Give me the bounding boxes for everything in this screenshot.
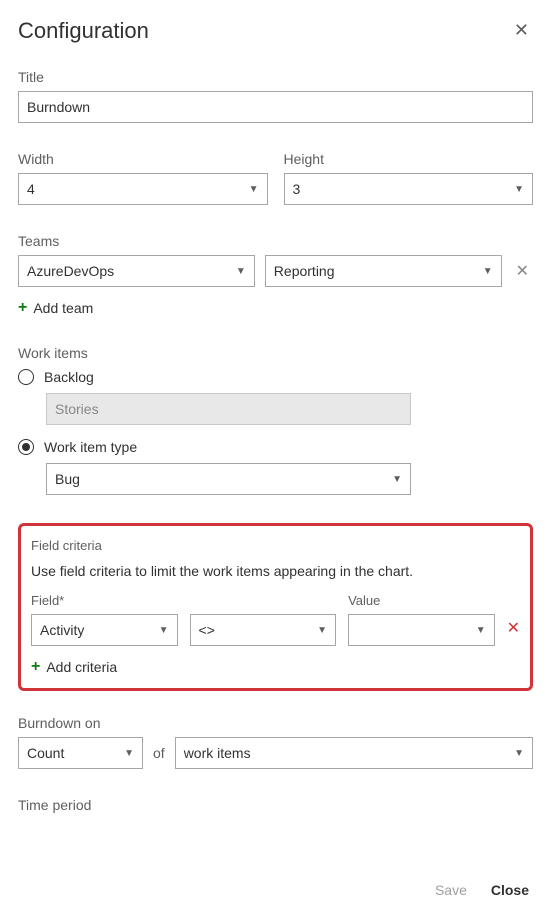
save-button: Save	[435, 882, 467, 898]
criteria-section-label: Field criteria	[31, 538, 520, 553]
team1-value: AzureDevOps	[27, 263, 114, 279]
backlog-value: Stories	[55, 401, 99, 417]
team2-select[interactable]: Reporting ▼	[265, 255, 502, 287]
workitemtype-radio-label: Work item type	[44, 439, 137, 455]
panel-title: Configuration	[18, 18, 149, 44]
title-input[interactable]	[18, 91, 533, 123]
chevron-down-icon: ▼	[124, 748, 134, 759]
chevron-down-icon: ▼	[392, 474, 402, 485]
burndown-label: Burndown on	[18, 715, 533, 731]
timeperiod-label: Time period	[18, 797, 533, 813]
width-value: 4	[27, 181, 35, 197]
width-select[interactable]: 4 ▼	[18, 173, 268, 205]
add-criteria-label: Add criteria	[46, 659, 117, 675]
team2-value: Reporting	[274, 263, 335, 279]
height-select[interactable]: 3 ▼	[284, 173, 534, 205]
close-button[interactable]: Close	[491, 882, 529, 898]
workitems-label: Work items	[18, 345, 533, 361]
burndown-items-value: work items	[184, 745, 251, 761]
chevron-down-icon: ▼	[514, 184, 524, 195]
burndown-count-select[interactable]: Count ▼	[18, 737, 143, 769]
backlog-radio-label: Backlog	[44, 369, 94, 385]
add-team-button[interactable]: + Add team	[18, 299, 533, 317]
burndown-count-value: Count	[27, 745, 64, 761]
workitemtype-radio[interactable]	[18, 439, 34, 455]
workitemtype-select[interactable]: Bug ▼	[46, 463, 411, 495]
height-value: 3	[293, 181, 301, 197]
criteria-operator-select[interactable]: <> ▼	[190, 614, 337, 646]
plus-icon: +	[18, 299, 27, 317]
field-criteria-section: Field criteria Use field criteria to lim…	[18, 523, 533, 691]
burndown-items-select[interactable]: work items ▼	[175, 737, 533, 769]
plus-icon: +	[31, 658, 40, 676]
remove-team-icon[interactable]: ✕	[512, 261, 533, 281]
team1-select[interactable]: AzureDevOps ▼	[18, 255, 255, 287]
chevron-down-icon: ▼	[249, 184, 259, 195]
criteria-value-select[interactable]: ▼	[348, 614, 495, 646]
chevron-down-icon: ▼	[236, 266, 246, 277]
add-team-label: Add team	[33, 300, 93, 316]
burndown-of-label: of	[153, 745, 165, 761]
width-label: Width	[18, 151, 268, 167]
criteria-operator-value: <>	[199, 622, 215, 638]
teams-label: Teams	[18, 233, 533, 249]
remove-criteria-icon[interactable]: ✕	[507, 618, 520, 646]
criteria-field-label: Field*	[31, 593, 178, 608]
chevron-down-icon: ▼	[483, 266, 493, 277]
chevron-down-icon: ▼	[476, 625, 486, 636]
chevron-down-icon: ▼	[159, 625, 169, 636]
backlog-radio[interactable]	[18, 369, 34, 385]
close-icon[interactable]: ✕	[510, 16, 533, 45]
criteria-field-select[interactable]: Activity ▼	[31, 614, 178, 646]
criteria-value-label: Value	[348, 593, 495, 608]
criteria-field-value: Activity	[40, 622, 84, 638]
workitemtype-value: Bug	[55, 471, 80, 487]
criteria-description: Use field criteria to limit the work ite…	[31, 563, 520, 579]
criteria-operator-spacer	[190, 593, 337, 608]
chevron-down-icon: ▼	[514, 748, 524, 759]
height-label: Height	[284, 151, 534, 167]
add-criteria-button[interactable]: + Add criteria	[31, 658, 520, 676]
chevron-down-icon: ▼	[317, 625, 327, 636]
title-label: Title	[18, 69, 533, 85]
backlog-select: Stories	[46, 393, 411, 425]
